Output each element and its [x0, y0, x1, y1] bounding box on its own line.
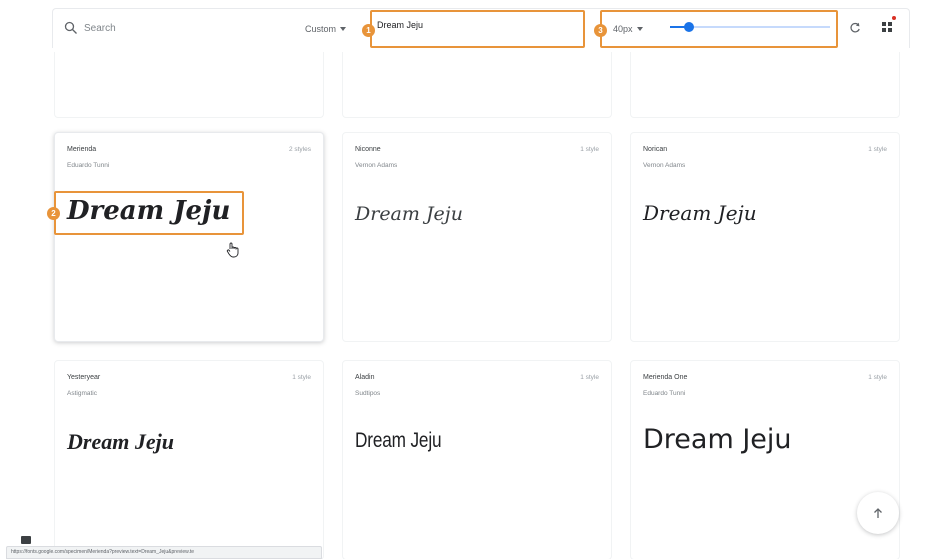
- font-name: Merienda: [67, 146, 97, 153]
- font-sample: Dream Jeju: [643, 201, 757, 225]
- style-count: 1 style: [292, 374, 311, 381]
- callout-badge-3: 3: [594, 24, 607, 37]
- font-card-partial[interactable]: [54, 52, 324, 118]
- grid-icon: [881, 21, 892, 32]
- style-count: 2 styles: [288, 146, 311, 153]
- selected-families-button[interactable]: [877, 16, 897, 37]
- font-author: Sudtipos: [355, 390, 381, 397]
- font-author: Eduardo Tunni: [67, 162, 110, 169]
- font-sample: Dream Jeju: [355, 203, 463, 225]
- font-author: Vernon Adams: [643, 162, 686, 169]
- font-card-norican[interactable]: Norican Vernon Adams 1 style Dream Jeju: [630, 132, 900, 342]
- slider-track: [689, 26, 830, 28]
- search-input[interactable]: [84, 22, 284, 34]
- refresh-icon: [850, 22, 860, 33]
- callout-badge-1: 1: [362, 24, 375, 37]
- font-name: Aladin: [355, 374, 375, 381]
- font-name: Norican: [643, 146, 668, 153]
- font-name: Merienda One: [643, 374, 688, 381]
- search-box[interactable]: [64, 18, 284, 38]
- font-sample: Dream Jeju: [67, 429, 174, 454]
- chevron-down-icon: [340, 27, 347, 31]
- category-dropdown[interactable]: Custom: [305, 24, 347, 34]
- font-card-merienda-one[interactable]: Merienda One Eduardo Tunni 1 style Dream…: [630, 360, 900, 559]
- search-icon: [64, 21, 77, 34]
- font-name: Niconne: [355, 146, 381, 153]
- status-bar-url: https://fonts.google.com/specimen/Merien…: [6, 546, 322, 559]
- font-sample: Dream Jeju: [67, 196, 231, 226]
- font-card-yesteryear[interactable]: Yesteryear Astigmatic 1 style Dream Jeju: [54, 360, 324, 559]
- font-size-label: 40px: [613, 24, 633, 34]
- keyboard-icon: [21, 536, 31, 544]
- reset-button[interactable]: [845, 18, 865, 38]
- font-name: Yesteryear: [67, 374, 101, 381]
- font-card-partial[interactable]: [630, 52, 900, 118]
- style-count: 1 style: [868, 374, 887, 381]
- style-count: 1 style: [868, 146, 887, 153]
- font-sample: Dream Jeju: [355, 429, 442, 452]
- style-count: 1 style: [580, 374, 599, 381]
- back-to-top-button[interactable]: [857, 492, 899, 534]
- font-toolbar: Custom 40px: [0, 0, 947, 56]
- font-size-slider[interactable]: [670, 22, 830, 32]
- font-sample: Dream Jeju: [643, 424, 792, 455]
- font-card-merienda[interactable]: Merienda Eduardo Tunni 2 styles Dream Je…: [54, 132, 324, 342]
- chevron-down-icon: [636, 27, 643, 31]
- arrow-up-icon: [874, 508, 882, 518]
- hand-cursor-icon: [226, 242, 239, 258]
- font-author: Eduardo Tunni: [643, 390, 686, 397]
- font-card-aladin[interactable]: Aladin Sudtipos 1 style Dream Jeju: [342, 360, 612, 559]
- font-author: Astigmatic: [67, 390, 97, 397]
- font-size-dropdown[interactable]: 40px: [613, 24, 643, 34]
- font-card-niconne[interactable]: Niconne Vernon Adams 1 style Dream Jeju: [342, 132, 612, 342]
- slider-thumb[interactable]: [684, 22, 695, 32]
- font-card-partial[interactable]: [342, 52, 612, 118]
- notification-dot: [892, 16, 896, 20]
- category-dropdown-label: Custom: [305, 24, 337, 34]
- font-author: Vernon Adams: [355, 162, 398, 169]
- style-count: 1 style: [580, 146, 599, 153]
- callout-badge-2: 2: [47, 207, 60, 220]
- preview-text-input[interactable]: [377, 20, 577, 30]
